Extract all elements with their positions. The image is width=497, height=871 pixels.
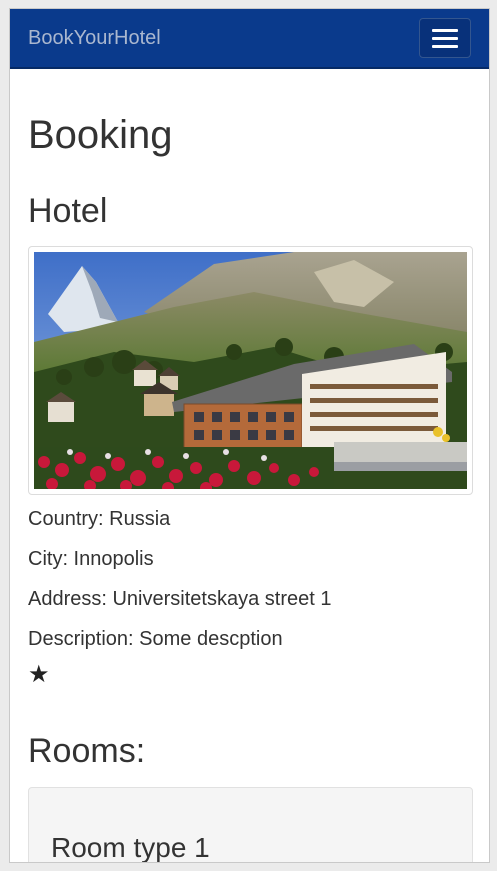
page-title: Booking xyxy=(28,113,173,157)
browser-viewport: BookYourHotel Booking Hotel Country: Rus… xyxy=(9,8,490,863)
room-card[interactable]: Room type 1 xyxy=(28,786,473,863)
main-content: Booking Hotel Country: Russia City: Inno… xyxy=(10,113,489,863)
hamburger-menu-icon xyxy=(432,36,458,40)
hotel-country: Country: Russia xyxy=(28,508,171,531)
brand-link[interactable]: BookYourHotel xyxy=(28,27,161,50)
menu-toggle-button[interactable] xyxy=(419,18,471,58)
hotel-description: Description: Some descption xyxy=(28,628,283,651)
hotel-address: Address: Universitetskaya street 1 xyxy=(28,588,332,611)
hotel-city: City: Innopolis xyxy=(28,548,154,571)
rooms-heading: Rooms: xyxy=(28,732,146,771)
hotel-heading: Hotel xyxy=(28,192,108,230)
room-title: Room type 1 xyxy=(51,831,210,863)
star-rating-icon: ★ xyxy=(28,661,50,689)
hamburger-menu-icon xyxy=(432,28,458,32)
navbar: BookYourHotel xyxy=(10,9,489,69)
hotel-photo xyxy=(34,252,467,490)
hamburger-menu-icon xyxy=(432,44,458,48)
hotel-image-frame xyxy=(28,246,473,496)
